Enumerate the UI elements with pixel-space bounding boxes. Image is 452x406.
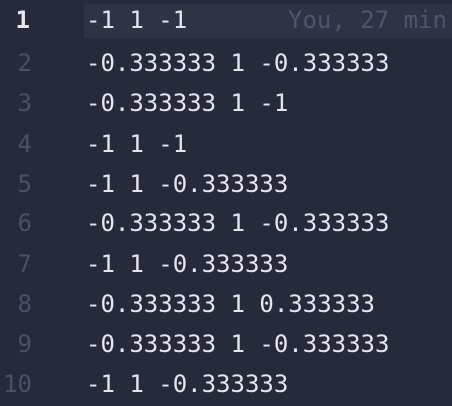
editor-line-9[interactable]: 9 -0.333333 1 -0.333333 [0, 324, 452, 364]
line-number: 8 [17, 290, 32, 318]
line-text[interactable]: -1 1 -1 [86, 126, 187, 162]
line-text[interactable]: -0.333333 1 -0.333333 [86, 205, 389, 241]
editor-line-10[interactable]: 10 -1 1 -0.333333 [0, 364, 452, 404]
line-number: 6 [17, 209, 32, 237]
line-number: 10 [3, 370, 32, 398]
code-editor[interactable]: 1 -1 1 -1 You, 27 min 2 -0.333333 1 -0.3… [0, 0, 452, 406]
editor-line-6[interactable]: 6 -0.333333 1 -0.333333 [0, 203, 452, 243]
line-text[interactable]: -0.333333 1 -0.333333 [86, 326, 389, 362]
line-number: 2 [17, 49, 32, 77]
git-blame-annotation: You, 27 min [288, 6, 447, 34]
line-number: 3 [17, 89, 32, 117]
line-number: 4 [17, 130, 32, 158]
line-number: 7 [17, 250, 32, 278]
editor-line-2[interactable]: 2 -0.333333 1 -0.333333 [0, 43, 452, 83]
line-text[interactable]: -0.333333 1 -1 [86, 85, 288, 121]
line-text[interactable]: -1 1 -0.333333 [86, 366, 288, 402]
line-text[interactable]: -0.333333 1 0.333333 [86, 286, 375, 322]
line-number: 5 [17, 170, 32, 198]
editor-line-7[interactable]: 7 -1 1 -0.333333 [0, 244, 452, 284]
line-text[interactable]: -0.333333 1 -0.333333 [86, 45, 389, 81]
editor-line-8[interactable]: 8 -0.333333 1 0.333333 [0, 284, 452, 324]
line-number: 9 [17, 330, 32, 358]
line-text[interactable]: -1 1 -0.333333 [86, 246, 288, 282]
line-text[interactable]: -1 1 -1 [86, 2, 187, 38]
editor-line-5[interactable]: 5 -1 1 -0.333333 [0, 164, 452, 204]
line-text[interactable]: -1 1 -0.333333 [86, 166, 288, 202]
editor-line-1[interactable]: 1 -1 1 -1 You, 27 min [0, 0, 452, 40]
line-number: 1 [15, 6, 30, 34]
editor-line-3[interactable]: 3 -0.333333 1 -1 [0, 83, 452, 123]
editor-line-4[interactable]: 4 -1 1 -1 [0, 124, 452, 164]
